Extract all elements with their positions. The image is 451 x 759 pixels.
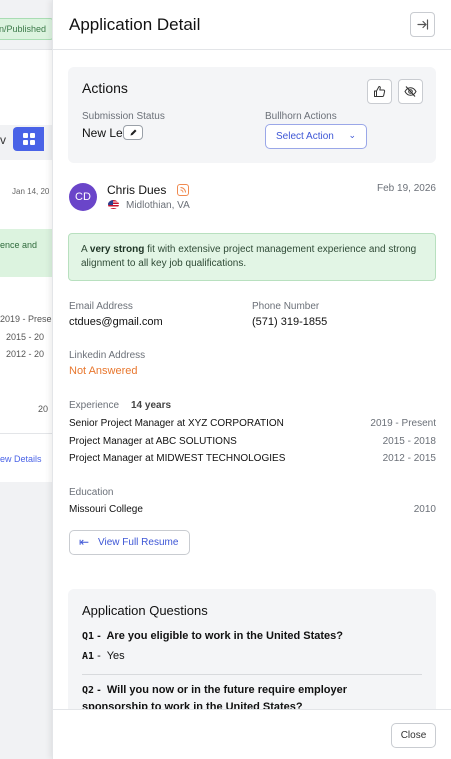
phone-label: Phone Number: [252, 301, 320, 312]
background-divider: [0, 433, 52, 434]
thumbs-up-button[interactable]: [367, 79, 392, 104]
grid-icon: [22, 133, 35, 145]
background-card: [0, 50, 52, 125]
pencil-icon: [130, 129, 136, 136]
background-view-details-link[interactable]: ew Details: [0, 454, 42, 464]
background-year: 2015 - 20: [6, 332, 45, 342]
arrow-left-to-bar-icon: ⇤: [79, 535, 90, 549]
question-text: Will you now or in the future require em…: [106, 684, 347, 696]
background-year: 2012 - 20: [6, 349, 45, 359]
close-button[interactable]: Close: [391, 723, 436, 748]
arrow-right-exit-icon: [417, 19, 429, 30]
fit-prefix: A: [81, 244, 90, 255]
submission-status-label: Submission Status: [82, 111, 165, 122]
experience-role: Project Manager at MIDWEST TECHNOLOGIES: [69, 453, 286, 464]
education-year: 2010: [413, 504, 436, 515]
education-school: Missouri College: [69, 504, 143, 515]
select-action-label: Select Action: [276, 131, 334, 142]
question-number: Q2: [82, 685, 95, 696]
answer-number: A1: [82, 651, 95, 662]
fit-strength: very strong: [89, 244, 145, 255]
background-year: 2019 - Prese: [0, 314, 52, 324]
question-divider: [82, 674, 422, 675]
email-value: ctdues@gmail.com: [69, 316, 163, 328]
background-date: Jan 14, 20: [12, 187, 50, 196]
question-number: Q1: [82, 631, 95, 642]
experience-role: Project Manager at ABC SOLUTIONS: [69, 436, 237, 447]
select-action-dropdown[interactable]: Select Action ⌄: [265, 124, 367, 149]
candidate-location: Midlothian, VA: [126, 200, 190, 211]
linkedin-value: Not Answered: [69, 365, 138, 377]
eye-off-icon: [404, 86, 417, 97]
background-year: 20: [38, 404, 49, 414]
background-grid-view-button[interactable]: [13, 127, 44, 151]
question-2-continued: sponsorship to work in the United States…: [82, 701, 303, 709]
drawer-header: Application Detail: [53, 0, 451, 50]
view-full-resume-button[interactable]: ⇤ View Full Resume: [69, 530, 190, 555]
application-questions-card: Application Questions Q1 - Are you eligi…: [68, 589, 436, 709]
rss-icon: [177, 184, 189, 196]
experience-label: Experience: [69, 400, 120, 411]
question-2: Q2 - Will you now or in the future requi…: [82, 684, 347, 696]
background-view-label: v: [0, 133, 6, 147]
fit-summary: A very strong fit with extensive project…: [68, 233, 436, 281]
chevron-down-icon: ⌄: [348, 130, 356, 140]
question-1: Q1 - Are you eligible to work in the Uni…: [82, 630, 344, 642]
avatar: CD: [69, 183, 97, 211]
us-flag-icon: [108, 200, 119, 209]
email-label: Email Address: [69, 301, 133, 312]
drawer-footer: Close: [53, 709, 451, 759]
education-label: Education: [69, 487, 114, 498]
drawer-content[interactable]: Actions Submission Status New Lead Bullh…: [53, 51, 451, 709]
question-text: Are you eligible to work in the United S…: [106, 630, 344, 642]
answer-text: Yes: [106, 650, 125, 662]
answer-1: A1 - Yes: [82, 650, 125, 662]
experience-years: 14 years: [131, 400, 172, 411]
collapse-drawer-button[interactable]: [410, 12, 435, 37]
hide-button[interactable]: [398, 79, 423, 104]
experience-period: 2015 - 2018: [382, 436, 436, 447]
background-status-pill: n/Published: [0, 18, 54, 40]
experience-period: 2019 - Present: [370, 418, 436, 429]
candidate-name: Chris Dues: [107, 183, 167, 197]
application-date: Feb 19, 2026: [377, 183, 436, 194]
drawer-title: Application Detail: [69, 15, 201, 34]
linkedin-label: Linkedin Address: [69, 350, 146, 361]
application-detail-drawer: Application Detail Actions Submission St…: [52, 0, 451, 759]
background-fit-snippet: ence and: [0, 229, 52, 277]
actions-card: Actions Submission Status New Lead Bullh…: [68, 67, 436, 163]
actions-title: Actions: [82, 80, 128, 96]
thumbs-up-icon: [374, 86, 386, 97]
edit-status-button[interactable]: [123, 125, 143, 140]
application-questions-title: Application Questions: [82, 603, 208, 618]
experience-role: Senior Project Manager at XYZ CORPORATIO…: [69, 418, 284, 429]
phone-value: (571) 319-1855: [252, 316, 328, 328]
view-full-resume-label: View Full Resume: [98, 537, 179, 548]
experience-period: 2012 - 2015: [382, 453, 436, 464]
bullhorn-actions-label: Bullhorn Actions: [265, 111, 337, 122]
